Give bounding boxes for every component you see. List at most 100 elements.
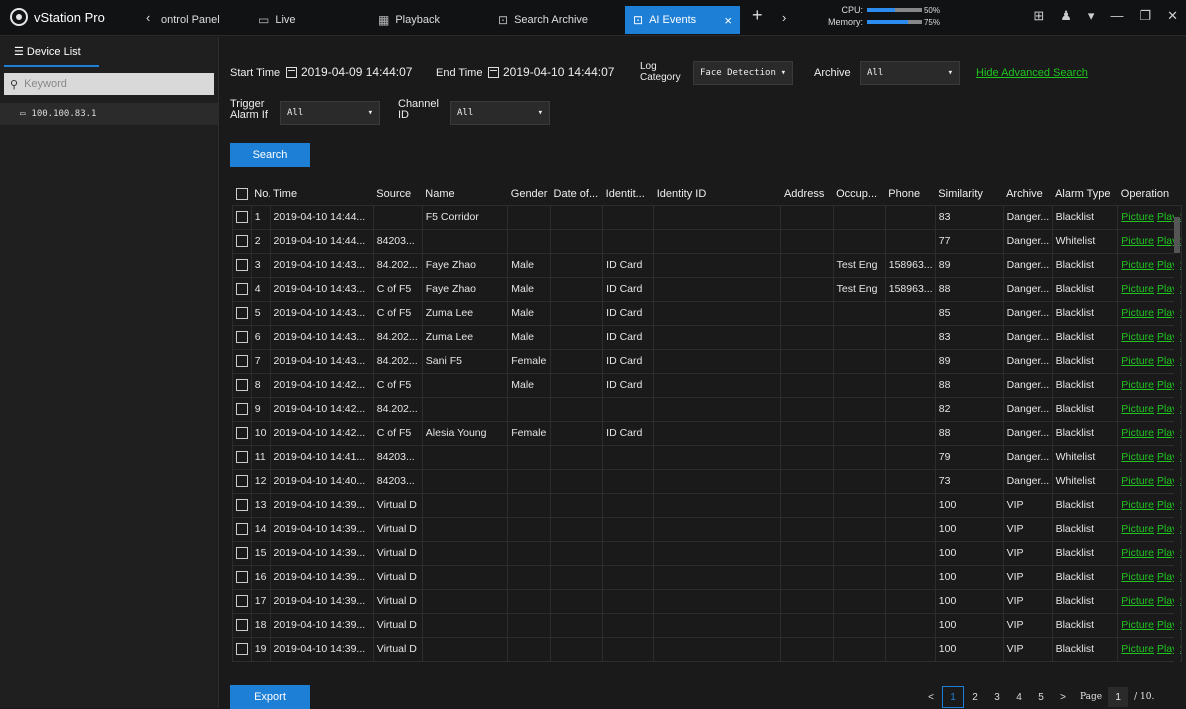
row-checkbox-cell[interactable] (232, 372, 252, 398)
table-row[interactable]: 11 2019-04-10 14:41... 84203... 79 Danger...… (232, 444, 1182, 470)
picture-link[interactable]: Picture (1121, 403, 1154, 415)
table-row[interactable]: 16 2019-04-10 14:39... Virtual D 100 VIP Blac… (232, 564, 1182, 590)
fullscreen-icon[interactable]: ⊞ (1033, 8, 1044, 24)
search-button[interactable]: Search (230, 143, 310, 167)
tab-playback[interactable]: ▦ Playback (370, 6, 448, 34)
log-category-select[interactable]: Face Detection ▾ (693, 61, 793, 85)
picture-link[interactable]: Picture (1121, 475, 1154, 487)
checkbox[interactable] (236, 283, 248, 296)
channel-id-select[interactable]: All ▾ (450, 101, 550, 125)
checkbox[interactable] (236, 451, 248, 464)
col-address[interactable]: Address (781, 183, 833, 205)
next-page-icon[interactable]: > (1052, 686, 1074, 708)
hide-advanced-search-link[interactable]: Hide Advanced Search (976, 67, 1088, 79)
checkbox[interactable] (236, 475, 248, 488)
page-1[interactable]: 1 (942, 686, 964, 708)
table-row[interactable]: 4 2019-04-10 14:43... C of F5 Faye Zhao Male… (232, 276, 1182, 302)
picture-link[interactable]: Picture (1121, 331, 1154, 343)
select-all-checkbox[interactable] (233, 183, 252, 205)
picture-link[interactable]: Picture (1121, 235, 1154, 247)
checkbox[interactable] (236, 331, 248, 344)
picture-link[interactable]: Picture (1121, 427, 1154, 439)
checkbox[interactable] (236, 499, 248, 512)
add-tab-icon[interactable]: + (752, 5, 763, 26)
checkbox[interactable] (236, 547, 248, 560)
row-checkbox-cell[interactable] (232, 252, 252, 278)
col-gender[interactable]: Gender (508, 183, 551, 205)
archive-select[interactable]: All ▾ (860, 61, 960, 85)
table-row[interactable]: 18 2019-04-10 14:39... Virtual D 100 VIP Blac… (232, 612, 1182, 638)
picture-link[interactable]: Picture (1121, 379, 1154, 391)
picture-link[interactable]: Picture (1121, 307, 1154, 319)
picture-link[interactable]: Picture (1121, 643, 1154, 655)
trigger-alarm-select[interactable]: All ▾ (280, 101, 380, 125)
checkbox[interactable] (236, 595, 248, 608)
table-row[interactable]: 14 2019-04-10 14:39... Virtual D 100 VIP Blac… (232, 516, 1182, 542)
row-checkbox-cell[interactable] (232, 204, 252, 230)
row-checkbox-cell[interactable] (232, 420, 252, 446)
col-phone[interactable]: Phone (885, 183, 935, 205)
restore-icon[interactable]: ❐ (1139, 8, 1151, 24)
prev-page-icon[interactable]: < (920, 686, 942, 708)
close-tab-icon[interactable]: × (724, 13, 732, 28)
page-2[interactable]: 2 (964, 686, 986, 708)
checkbox[interactable] (236, 355, 248, 368)
row-checkbox-cell[interactable] (232, 612, 252, 638)
checkbox[interactable] (236, 619, 248, 632)
scrollbar-thumb[interactable] (1174, 217, 1180, 253)
table-row[interactable]: 6 2019-04-10 14:43... 84.202... Zuma Lee Mal… (232, 324, 1182, 350)
checkbox[interactable] (236, 259, 248, 272)
tab-live[interactable]: ▭ Live (250, 6, 304, 34)
row-checkbox-cell[interactable] (232, 540, 252, 566)
table-row[interactable]: 19 2019-04-10 14:39... Virtual D 100 VIP Blac… (232, 636, 1182, 662)
row-checkbox-cell[interactable] (232, 444, 252, 470)
row-checkbox-cell[interactable] (232, 468, 252, 494)
table-row[interactable]: 15 2019-04-10 14:39... Virtual D 100 VIP Blac… (232, 540, 1182, 566)
table-row[interactable]: 9 2019-04-10 14:42... 84.202... 82 Danger...… (232, 396, 1182, 422)
page-input[interactable]: 1 (1108, 687, 1129, 707)
minimize-icon[interactable]: — (1110, 8, 1123, 24)
table-row[interactable]: 3 2019-04-10 14:43... 84.202... Faye Zhao Ma… (232, 252, 1182, 278)
start-time-field[interactable]: 2019-04-09 14:44:07 (286, 65, 412, 79)
dropdown-icon[interactable]: ▾ (1088, 8, 1095, 24)
row-checkbox-cell[interactable] (232, 300, 252, 326)
row-checkbox-cell[interactable] (232, 276, 252, 302)
device-item[interactable]: ▭ 100.100.83.1 (0, 103, 218, 125)
checkbox[interactable] (236, 235, 248, 248)
page-5[interactable]: 5 (1030, 686, 1052, 708)
col-no[interactable]: No. (251, 183, 270, 205)
row-checkbox-cell[interactable] (232, 396, 252, 422)
picture-link[interactable]: Picture (1121, 355, 1154, 367)
table-row[interactable]: 1 2019-04-10 14:44... F5 Corridor 83 Danger.… (232, 204, 1182, 230)
picture-link[interactable]: Picture (1121, 259, 1154, 271)
keyword-search[interactable]: ⚲ Keyword (4, 73, 214, 95)
picture-link[interactable]: Picture (1121, 619, 1154, 631)
checkbox[interactable] (236, 379, 248, 392)
end-time-field[interactable]: 2019-04-10 14:44:07 (488, 65, 614, 79)
row-checkbox-cell[interactable] (232, 324, 252, 350)
table-scrollbar[interactable] (1174, 207, 1180, 673)
tab-control-panel[interactable]: ontrol Panel (153, 6, 228, 34)
col-date-of-birth[interactable]: Date of... (551, 183, 603, 205)
row-checkbox-cell[interactable] (232, 564, 252, 590)
picture-link[interactable]: Picture (1121, 547, 1154, 559)
table-row[interactable]: 17 2019-04-10 14:39... Virtual D 100 VIP Blac… (232, 588, 1182, 614)
col-occupation[interactable]: Occup... (833, 183, 885, 205)
checkbox[interactable] (236, 643, 248, 656)
checkbox[interactable] (236, 523, 248, 536)
tab-search-archive[interactable]: ⊡ Search Archive (490, 6, 596, 34)
picture-link[interactable]: Picture (1121, 283, 1154, 295)
page-3[interactable]: 3 (986, 686, 1008, 708)
row-checkbox-cell[interactable] (232, 516, 252, 542)
checkbox[interactable] (236, 427, 248, 440)
checkbox[interactable] (235, 187, 248, 200)
checkbox[interactable] (236, 307, 248, 320)
row-checkbox-cell[interactable] (232, 636, 252, 662)
picture-link[interactable]: Picture (1121, 211, 1154, 223)
table-row[interactable]: 10 2019-04-10 14:42... C of F5 Alesia Young… (232, 420, 1182, 446)
table-row[interactable]: 5 2019-04-10 14:43... C of F5 Zuma Lee Male I… (232, 300, 1182, 326)
chevron-right-icon[interactable]: › (782, 10, 786, 25)
table-row[interactable]: 2 2019-04-10 14:44... 84203... 77 Danger... W… (232, 228, 1182, 254)
col-identity-id[interactable]: Identity ID (654, 183, 781, 205)
col-alarm-type[interactable]: Alarm Type (1052, 183, 1118, 205)
